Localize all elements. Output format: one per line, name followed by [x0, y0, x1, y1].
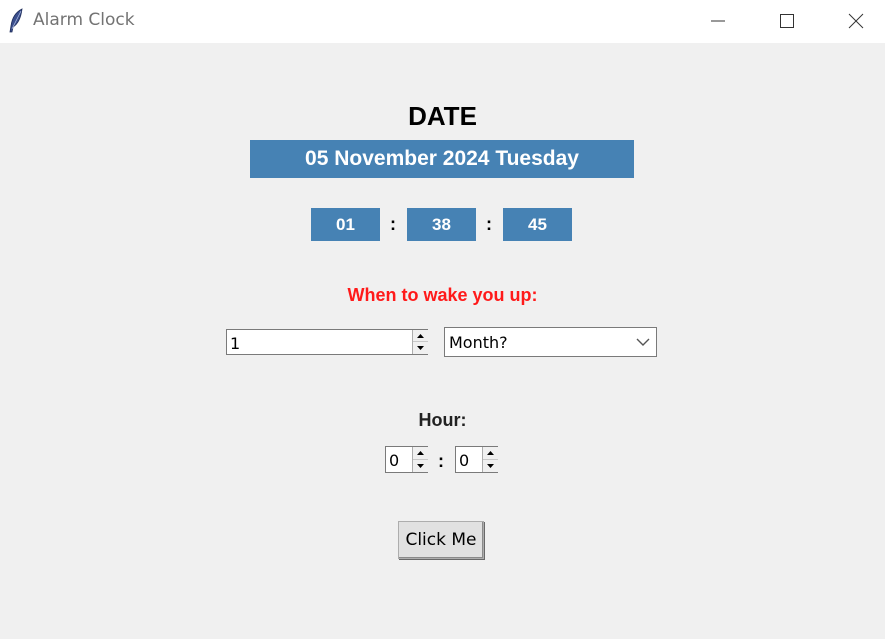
day-spinbox[interactable]: 1: [226, 329, 428, 355]
minimize-button[interactable]: [695, 0, 741, 43]
arrow-down-icon: [487, 463, 494, 468]
close-button[interactable]: [833, 0, 879, 43]
minute-decrement-button[interactable]: [483, 460, 498, 473]
month-select[interactable]: Month?: [444, 327, 657, 357]
alarm-minute-value: 0: [459, 451, 470, 470]
window-title: Alarm Clock: [33, 10, 135, 30]
alarm-hour-spinbox[interactable]: 0: [385, 446, 428, 473]
hour-increment-button[interactable]: [413, 447, 428, 460]
day-value: 1: [230, 334, 241, 353]
title-bar: Alarm Clock: [0, 0, 885, 43]
clock-minutes: 38: [407, 208, 476, 241]
date-heading: DATE: [408, 101, 477, 131]
hour-decrement-button[interactable]: [413, 460, 428, 473]
hour-label: Hour:: [418, 410, 467, 430]
hour-spin-arrows: [412, 447, 428, 472]
clock-seconds: 45: [503, 208, 572, 241]
day-increment-button[interactable]: [413, 330, 428, 342]
wake-prompt-label: When to wake you up:: [347, 285, 538, 305]
feather-icon: [7, 8, 25, 34]
minute-spin-arrows: [482, 447, 498, 472]
month-selected-value: Month?: [449, 333, 508, 352]
arrow-up-icon: [417, 450, 424, 455]
arrow-down-icon: [417, 463, 424, 468]
clock-hours: 01: [311, 208, 380, 241]
day-decrement-button[interactable]: [413, 342, 428, 354]
chevron-down-icon: [636, 338, 650, 346]
clock-separator: :: [486, 214, 492, 234]
alarm-hour-value: 0: [389, 451, 400, 470]
clock-separator: :: [390, 214, 396, 234]
arrow-up-icon: [417, 333, 424, 338]
set-alarm-button[interactable]: Click Me: [398, 521, 484, 559]
maximize-icon: [780, 14, 794, 28]
close-icon: [848, 13, 864, 29]
arrow-down-icon: [417, 346, 424, 350]
maximize-button[interactable]: [764, 0, 810, 43]
alarm-time-separator: :: [438, 451, 444, 471]
current-date-label: 05 November 2024 Tuesday: [250, 140, 634, 178]
minimize-icon: [711, 20, 725, 22]
alarm-minute-spinbox[interactable]: 0: [455, 446, 498, 473]
minute-increment-button[interactable]: [483, 447, 498, 460]
arrow-up-icon: [487, 450, 494, 455]
day-spin-arrows: [412, 330, 428, 354]
